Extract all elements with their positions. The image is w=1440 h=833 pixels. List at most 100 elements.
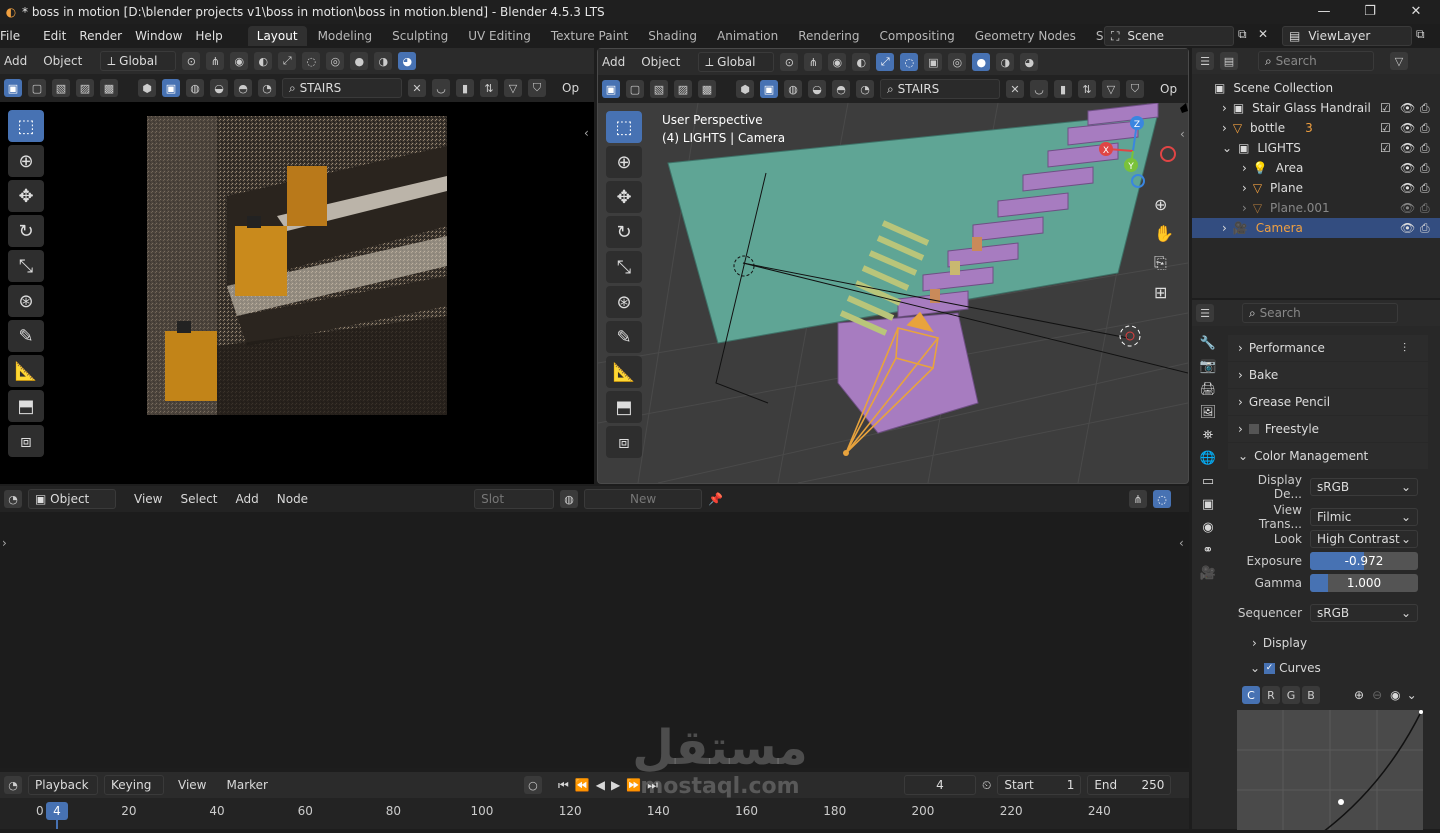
rotate-tool-icon[interactable]: ↻ [8, 215, 44, 247]
rendered-shading-icon[interactable]: ◕ [1020, 53, 1039, 71]
orientation-dropdown[interactable]: ⟂ Global [100, 51, 177, 71]
panel-grease-pencil[interactable]: › Grease Pencil [1228, 389, 1428, 415]
select-invert-icon[interactable]: ▨ [76, 79, 94, 97]
subpanel-display[interactable]: › Display [1228, 630, 1428, 656]
editor-type-icon[interactable]: ◔ [4, 776, 22, 794]
shading-d-icon[interactable]: ◔ [258, 79, 276, 97]
sort-icon[interactable]: ⇅ [480, 79, 498, 97]
constraints-tab-icon[interactable]: ⚭ [1203, 543, 1214, 558]
camera-render-icon[interactable]: ⎙ [1420, 101, 1430, 116]
navigation-gizmo[interactable]: Z X Y [1098, 111, 1178, 191]
ortho-grid-icon[interactable]: ⊞ [1154, 283, 1174, 302]
tree-item[interactable]: › ▽ Plane 👁 ⎙ [1192, 178, 1440, 198]
panel-color-management[interactable]: ⌄ Color Management [1228, 443, 1428, 469]
tab-modeling[interactable]: Modeling [309, 26, 382, 46]
data-tab-icon[interactable]: 🎥 [1200, 566, 1216, 581]
panel-freestyle[interactable]: › Freestyle [1228, 416, 1428, 442]
viewport-mode-icon[interactable]: ▣ [162, 79, 180, 97]
panel-performance[interactable]: › Performance ⫶ [1228, 335, 1428, 361]
render-tab-icon[interactable]: 📷 [1199, 359, 1217, 374]
play-reverse-icon[interactable]: ◀ [596, 778, 605, 792]
stairs-filter-input[interactable]: ⌕ STAIRS [282, 78, 402, 98]
tree-item[interactable]: › ▽ Plane.001 👁 ⎙ [1192, 198, 1440, 218]
visibility-icon[interactable]: ◐ [852, 53, 871, 71]
funnel-icon[interactable]: ▽ [504, 79, 522, 97]
sequencer-dropdown[interactable]: sRGB ⌄ [1310, 604, 1418, 622]
object-tab-icon[interactable]: ▣ [1202, 497, 1214, 512]
select-extend-icon[interactable]: ▢ [28, 79, 46, 97]
record-icon[interactable]: ○ [523, 776, 542, 794]
proportional-icon[interactable]: ◉ [828, 53, 847, 71]
shading-a-icon[interactable]: ◍ [784, 80, 802, 98]
channel-b-button[interactable]: B [1302, 686, 1320, 704]
annotate-tool-icon[interactable]: ✎ [606, 321, 642, 353]
snap-icon[interactable]: ⋔ [804, 53, 823, 71]
select-mode-icon[interactable]: ▣ [4, 79, 22, 97]
clear-filter-icon[interactable]: ✕ [408, 79, 426, 97]
channel-r-button[interactable]: R [1262, 686, 1280, 704]
add-menu[interactable]: Add [602, 55, 625, 69]
chevron-down-icon[interactable]: ⌄ [1407, 688, 1417, 702]
node-mode-dropdown[interactable]: ▣ Object [28, 489, 116, 509]
object-menu[interactable]: Object [43, 54, 82, 68]
panel-bake[interactable]: › Bake [1228, 362, 1428, 388]
transform-tool-icon[interactable]: ⊛ [606, 286, 642, 318]
proportional-icon[interactable]: ◉ [230, 52, 249, 70]
keying-dropdown[interactable]: Keying [104, 775, 164, 795]
channel-c-button[interactable]: C [1242, 686, 1260, 704]
physics-tab-icon[interactable]: ◉ [1202, 520, 1213, 535]
select-mode-icon[interactable]: ▣ [602, 80, 620, 98]
select-intersect-icon[interactable]: ▩ [698, 80, 716, 98]
xray-icon[interactable]: ▣ [924, 53, 943, 71]
gizmo-icon[interactable]: ⤢ [278, 52, 297, 70]
clock-icon[interactable]: ⏲ [982, 778, 991, 793]
tool-tab-icon[interactable]: 🔧 [1200, 336, 1216, 351]
add-cube-tool-icon[interactable]: ⬒ [606, 391, 642, 423]
bookmark-icon[interactable]: ▮ [456, 79, 474, 97]
expand-icon[interactable]: ⌄ [1222, 141, 1232, 155]
scale-tool-icon[interactable]: ⤡ [8, 250, 44, 282]
end-frame-input[interactable]: End 250 [1087, 775, 1172, 795]
checkbox-icon[interactable]: ☑ [1380, 101, 1391, 115]
pivot-icon[interactable]: ⊙ [182, 52, 201, 70]
close-button[interactable]: ✕ [1394, 0, 1438, 24]
tree-item[interactable]: › 💡 Area 👁 ⎙ [1192, 158, 1440, 178]
output-tab-icon[interactable]: 🖨 [1200, 382, 1217, 397]
tab-compositing[interactable]: Compositing [870, 26, 963, 46]
view-transform-dropdown[interactable]: Filmic ⌄ [1310, 508, 1418, 526]
filter-dropdown-icon[interactable]: ◡ [1030, 80, 1048, 98]
collapse-sidebar-icon[interactable]: ‹ [584, 126, 589, 140]
gamma-slider[interactable]: 1.000 [1310, 574, 1418, 592]
filter-dropdown-icon[interactable]: ◡ [432, 79, 450, 97]
pan-hand-icon[interactable]: ✋ [1154, 224, 1174, 243]
zoom-in-icon[interactable]: ⊕ [1354, 688, 1364, 702]
3d-viewport[interactable]: Add Object ⟂ Global ⊙ ⋔ ◉ ◐ ⤢ ◌ ▣ ◎ ● ◑ … [597, 48, 1189, 484]
3d-cursor-icon[interactable] [1119, 325, 1141, 347]
object-types-icon[interactable]: ⬢ [736, 80, 754, 98]
eye-icon[interactable]: 👁 [1400, 201, 1415, 215]
node-menu[interactable]: Node [277, 492, 308, 506]
outliner-search-input[interactable]: ⌕ Search [1258, 51, 1374, 71]
checkbox-icon[interactable]: ☑ [1380, 121, 1391, 135]
new-view-layer-icon[interactable]: ⧉ [1416, 27, 1425, 42]
scene-tab-icon[interactable]: ⛯ [1203, 428, 1213, 443]
shading-b-icon[interactable]: ◒ [210, 79, 228, 97]
funnel-icon[interactable]: ▽ [1102, 80, 1120, 98]
tree-item[interactable]: › ▽ bottle 3 ☑ 👁 ⎙ [1192, 118, 1440, 138]
playback-dropdown[interactable]: Playback [28, 775, 98, 795]
shading-d-icon[interactable]: ◔ [856, 80, 874, 98]
expand-toolbar-icon[interactable]: › [2, 536, 7, 550]
rotate-tool-icon[interactable]: ↻ [606, 216, 642, 248]
measure-tool-icon[interactable]: 📐 [8, 355, 44, 387]
channel-g-button[interactable]: G [1282, 686, 1300, 704]
camera-render-icon[interactable]: ⎙ [1420, 161, 1430, 176]
eye-icon[interactable]: 👁 [1400, 141, 1415, 155]
expand-icon[interactable]: › [1222, 101, 1227, 115]
cursor-tool-icon[interactable]: ⊕ [606, 146, 642, 178]
select-box-tool-icon[interactable]: ⬚ [606, 111, 642, 143]
scene-selector[interactable]: ⛶ Scene [1104, 26, 1234, 46]
display-mode-icon[interactable]: ▤ [1220, 52, 1238, 70]
material-shading-icon[interactable]: ◑ [996, 53, 1015, 71]
tree-item[interactable]: › 🎥 Camera 👁 ⎙ [1192, 218, 1440, 238]
cursor-tool-icon[interactable]: ⊕ [8, 145, 44, 177]
